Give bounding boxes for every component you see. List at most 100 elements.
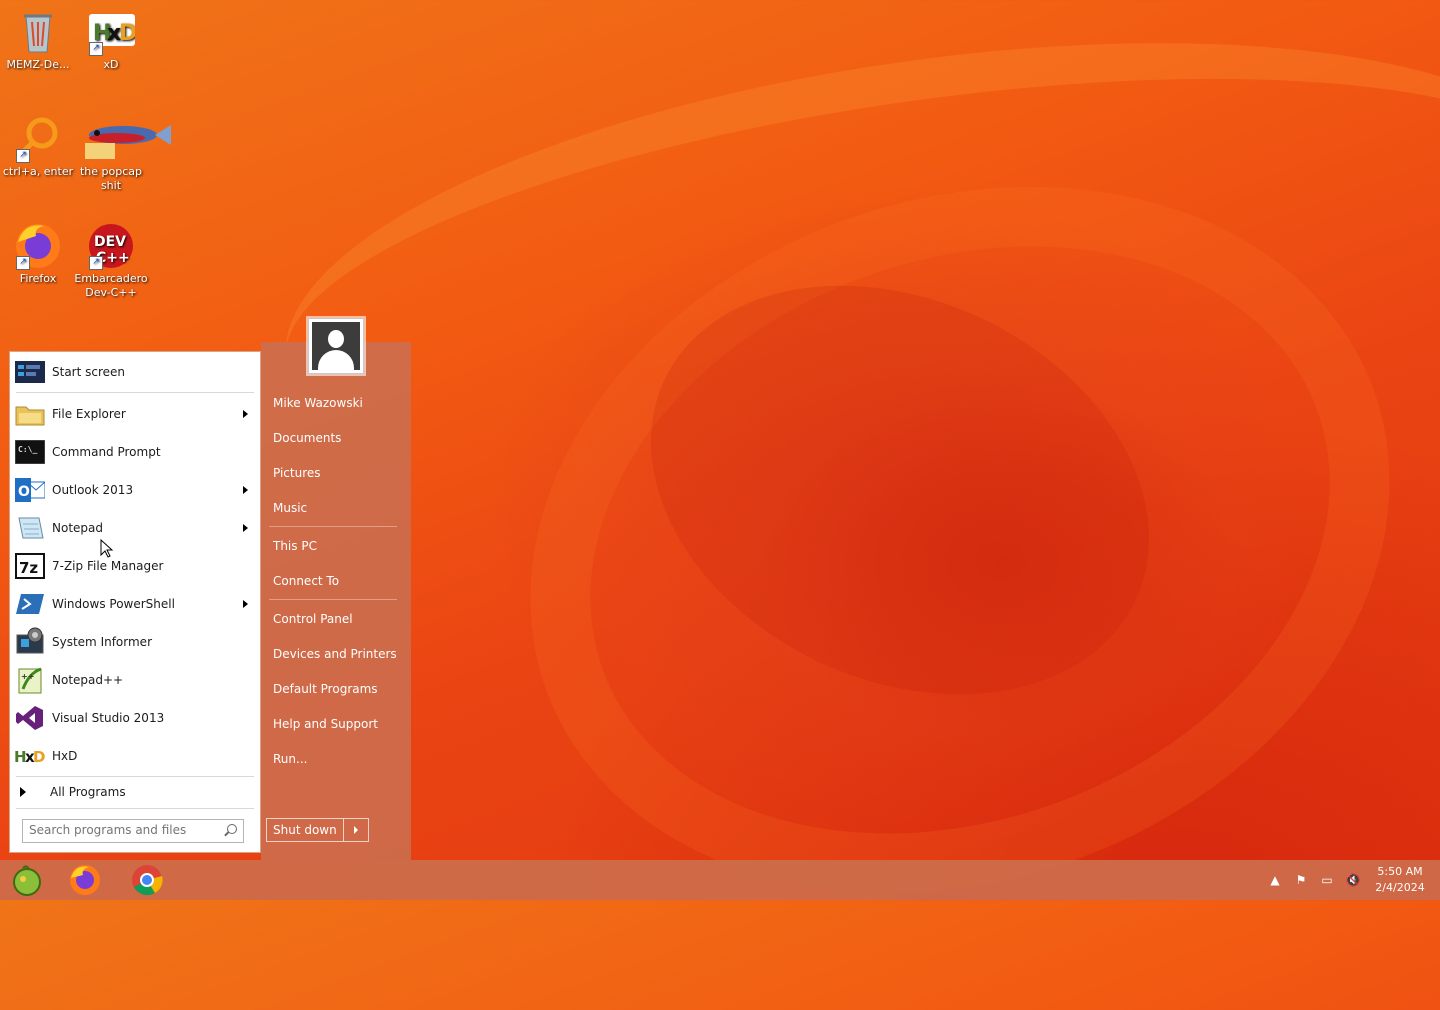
clock-date: 2/4/2024	[1375, 881, 1425, 894]
right-divider	[269, 599, 397, 600]
shutdown-button[interactable]: Shut down	[267, 819, 344, 841]
start-item-label: Visual Studio 2013	[52, 711, 165, 725]
menu-divider	[16, 808, 254, 809]
hxd-icon: HxD	[14, 740, 46, 772]
start-item-file-explorer[interactable]: File Explorer	[10, 396, 260, 432]
submenu-arrow-icon[interactable]	[243, 524, 248, 532]
svg-text:C:\_: C:\_	[18, 445, 37, 454]
menu-divider	[16, 392, 254, 393]
help-support-link[interactable]: Help and Support	[273, 717, 378, 731]
notepad-icon	[14, 512, 46, 544]
desktop-icon-ctrl-a-enter[interactable]: ↗ ctrl+a, enter	[0, 115, 76, 179]
taskbar-firefox-button[interactable]	[69, 864, 101, 896]
svg-text:D: D	[119, 21, 135, 46]
start-item-label: Windows PowerShell	[52, 597, 175, 611]
powershell-icon	[14, 588, 46, 620]
shortcut-arrow-icon: ↗	[16, 149, 30, 163]
shortcut-arrow-icon: ↗	[89, 42, 103, 56]
svg-text:7z: 7z	[19, 559, 38, 577]
outlook-icon: O	[14, 474, 46, 506]
start-item-label: System Informer	[52, 635, 153, 649]
desktop-icon-label: Firefox	[19, 272, 57, 285]
desktop-icon-xd[interactable]: HxD ↗ xD	[73, 8, 149, 72]
shortcut-arrow-icon: ↗	[16, 256, 30, 270]
start-item-hxd[interactable]: HxD HxD	[10, 738, 260, 774]
submenu-arrow-icon[interactable]	[243, 600, 248, 608]
desktop-icon-label: ctrl+a, enter	[2, 165, 74, 178]
user-avatar[interactable]	[308, 318, 364, 374]
firefox-icon	[70, 865, 100, 895]
start-item-label: 7-Zip File Manager	[52, 559, 164, 573]
start-orb-icon	[13, 865, 41, 896]
start-item-7zip[interactable]: 7z 7-Zip File Manager	[10, 548, 260, 584]
user-name-link[interactable]: Mike Wazowski	[273, 396, 363, 410]
desktop-icon-label: xD	[103, 58, 119, 71]
hxd-icon: HxD ↗	[87, 8, 137, 56]
start-item-notepadpp[interactable]: ++ Notepad++	[10, 662, 260, 698]
start-menu-right-pane: Mike Wazowski Documents Pictures Music T…	[261, 342, 411, 860]
action-center-flag-icon[interactable]: ⚑	[1292, 872, 1310, 888]
show-hidden-icons-icon[interactable]: ▲	[1266, 872, 1284, 888]
start-item-outlook[interactable]: O Outlook 2013	[10, 472, 260, 508]
start-item-start-screen[interactable]: Start screen	[10, 354, 260, 390]
start-item-command-prompt[interactable]: C:\_ Command Prompt	[10, 434, 260, 470]
svg-text:DEV: DEV	[94, 234, 126, 250]
search-ring-icon: ↗	[14, 115, 62, 163]
cmd-icon: C:\_	[14, 436, 46, 468]
devices-printers-link[interactable]: Devices and Printers	[273, 647, 397, 661]
control-panel-link[interactable]: Control Panel	[273, 612, 353, 626]
recycle-bin-icon	[14, 8, 62, 56]
desktop-icon-popcap[interactable]: the popcap shit	[73, 115, 171, 193]
submenu-arrow-icon[interactable]	[243, 486, 248, 494]
start-item-powershell[interactable]: Windows PowerShell	[10, 586, 260, 622]
all-programs-button[interactable]: All Programs	[10, 774, 260, 810]
search-input[interactable]	[23, 820, 219, 840]
search-icon[interactable]	[227, 824, 237, 834]
start-item-label: Command Prompt	[52, 445, 161, 459]
all-programs-label: All Programs	[50, 785, 126, 799]
shutdown-control: Shut down	[266, 818, 369, 842]
mouse-cursor-icon	[100, 539, 114, 558]
default-programs-link[interactable]: Default Programs	[273, 682, 378, 696]
taskbar: ▲ ⚑ ▭ 🔇 5:50 AM 2/4/2024	[0, 860, 1440, 900]
start-item-visual-studio[interactable]: Visual Studio 2013	[10, 700, 260, 736]
start-orb-button[interactable]	[11, 864, 43, 896]
network-icon[interactable]: ▭	[1318, 872, 1336, 888]
shutdown-options-button[interactable]	[344, 819, 368, 841]
run-link[interactable]: Run...	[273, 752, 307, 766]
music-link[interactable]: Music	[273, 501, 307, 515]
7zip-icon: 7z	[14, 550, 46, 582]
expand-arrow-icon	[20, 787, 26, 797]
desktop-icon-recycle-bin[interactable]: MEMZ-De...	[0, 8, 76, 72]
start-item-notepad[interactable]: Notepad	[10, 510, 260, 546]
firefox-icon: ↗	[14, 222, 62, 270]
desktop-icon-devcpp[interactable]: DEV C++ ↗ Embarcadero Dev-C++	[73, 222, 149, 300]
search-box[interactable]	[22, 819, 244, 843]
chrome-icon	[132, 865, 163, 896]
svg-text:++: ++	[21, 672, 34, 681]
right-divider	[269, 526, 397, 527]
pictures-link[interactable]: Pictures	[273, 466, 321, 480]
start-screen-icon	[14, 356, 46, 388]
start-item-system-informer[interactable]: System Informer	[10, 624, 260, 660]
clock-time: 5:50 AM	[1377, 865, 1423, 878]
visual-studio-icon	[14, 702, 46, 734]
desktop-icon-label: Embarcadero Dev-C++	[74, 272, 148, 299]
connect-to-link[interactable]: Connect To	[273, 574, 339, 588]
clock[interactable]: 5:50 AM 2/4/2024	[1370, 864, 1430, 896]
taskbar-chrome-button[interactable]	[131, 864, 163, 896]
notepadpp-icon: ++	[14, 664, 46, 696]
system-informer-icon	[14, 626, 46, 658]
devcpp-icon: DEV C++ ↗	[87, 222, 135, 270]
svg-text:O: O	[18, 484, 30, 500]
start-menu-left-pane: Start screen File Explorer C:\_ Command …	[9, 351, 261, 853]
start-item-label: HxD	[52, 749, 78, 763]
desktop-icon-firefox[interactable]: ↗ Firefox	[0, 222, 76, 286]
submenu-arrow-icon[interactable]	[243, 410, 248, 418]
this-pc-link[interactable]: This PC	[273, 539, 317, 553]
start-menu: Mike Wazowski Documents Pictures Music T…	[8, 318, 411, 860]
system-tray: ▲ ⚑ ▭ 🔇 5:50 AM 2/4/2024	[1266, 860, 1430, 900]
documents-link[interactable]: Documents	[273, 431, 341, 445]
svg-text:D: D	[33, 748, 45, 766]
volume-muted-icon[interactable]: 🔇	[1344, 872, 1362, 888]
